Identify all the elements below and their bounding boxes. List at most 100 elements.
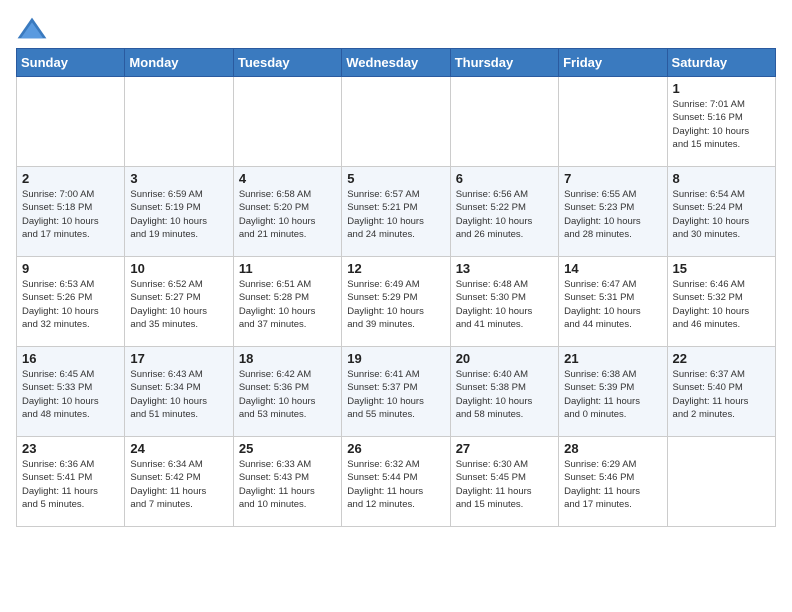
page-header: [16, 16, 776, 40]
day-info: Sunrise: 6:40 AM Sunset: 5:38 PM Dayligh…: [456, 368, 553, 421]
day-cell: 24 Sunrise: 6:34 AM Sunset: 5:42 PM Dayli…: [125, 437, 233, 527]
day-number: 14: [564, 261, 661, 276]
day-cell: 27 Sunrise: 6:30 AM Sunset: 5:45 PM Dayli…: [450, 437, 558, 527]
day-info: Sunrise: 6:53 AM Sunset: 5:26 PM Dayligh…: [22, 278, 119, 331]
day-cell: [342, 77, 450, 167]
day-info: Sunrise: 6:45 AM Sunset: 5:33 PM Dayligh…: [22, 368, 119, 421]
day-cell: 12Sunrise: 6:49 AM Sunset: 5:29 PM Dayli…: [342, 257, 450, 347]
day-info: Sunrise: 6:42 AM Sunset: 5:36 PM Dayligh…: [239, 368, 336, 421]
day-cell: [667, 437, 775, 527]
day-cell: 15 Sunrise: 6:46 AM Sunset: 5:32 PM Dayli…: [667, 257, 775, 347]
day-number: 26: [347, 441, 444, 456]
day-number: 15: [673, 261, 770, 276]
day-number: 11: [239, 261, 336, 276]
day-info: Sunrise: 6:30 AM Sunset: 5:45 PM Dayligh…: [456, 458, 553, 511]
day-header-monday: Monday: [125, 49, 233, 77]
logo-icon: [16, 16, 48, 40]
day-cell: 16 Sunrise: 6:45 AM Sunset: 5:33 PM Dayli…: [17, 347, 125, 437]
day-info: Sunrise: 6:49 AM Sunset: 5:29 PM Dayligh…: [347, 278, 444, 331]
logo: [16, 16, 52, 40]
day-cell: [125, 77, 233, 167]
day-info: Sunrise: 6:54 AM Sunset: 5:24 PM Dayligh…: [673, 188, 770, 241]
day-number: 17: [130, 351, 227, 366]
day-cell: 25 Sunrise: 6:33 AM Sunset: 5:43 PM Dayli…: [233, 437, 341, 527]
day-header-thursday: Thursday: [450, 49, 558, 77]
day-cell: 6 Sunrise: 6:56 AM Sunset: 5:22 PM Daylig…: [450, 167, 558, 257]
day-number: 22: [673, 351, 770, 366]
day-cell: 20 Sunrise: 6:40 AM Sunset: 5:38 PM Dayli…: [450, 347, 558, 437]
day-header-saturday: Saturday: [667, 49, 775, 77]
day-info: Sunrise: 6:56 AM Sunset: 5:22 PM Dayligh…: [456, 188, 553, 241]
week-row-1: 1 Sunrise: 7:01 AM Sunset: 5:16 PM Daylig…: [17, 77, 776, 167]
day-number: 21: [564, 351, 661, 366]
day-cell: 21Sunrise: 6:38 AM Sunset: 5:39 PM Dayli…: [559, 347, 667, 437]
day-number: 16: [22, 351, 119, 366]
day-cell: 13Sunrise: 6:48 AM Sunset: 5:30 PM Dayli…: [450, 257, 558, 347]
day-info: Sunrise: 6:58 AM Sunset: 5:20 PM Dayligh…: [239, 188, 336, 241]
day-header-tuesday: Tuesday: [233, 49, 341, 77]
day-info: Sunrise: 6:55 AM Sunset: 5:23 PM Dayligh…: [564, 188, 661, 241]
day-info: Sunrise: 6:33 AM Sunset: 5:43 PM Dayligh…: [239, 458, 336, 511]
day-cell: 19 Sunrise: 6:41 AM Sunset: 5:37 PM Dayli…: [342, 347, 450, 437]
day-info: Sunrise: 6:36 AM Sunset: 5:41 PM Dayligh…: [22, 458, 119, 511]
day-cell: 28Sunrise: 6:29 AM Sunset: 5:46 PM Dayli…: [559, 437, 667, 527]
day-cell: 2 Sunrise: 7:00 AM Sunset: 5:18 PM Daylig…: [17, 167, 125, 257]
day-number: 28: [564, 441, 661, 456]
day-cell: 17 Sunrise: 6:43 AM Sunset: 5:34 PM Dayli…: [125, 347, 233, 437]
day-cell: [559, 77, 667, 167]
week-row-4: 16 Sunrise: 6:45 AM Sunset: 5:33 PM Dayli…: [17, 347, 776, 437]
day-cell: 3Sunrise: 6:59 AM Sunset: 5:19 PM Daylig…: [125, 167, 233, 257]
day-number: 7: [564, 171, 661, 186]
day-number: 8: [673, 171, 770, 186]
day-info: Sunrise: 6:48 AM Sunset: 5:30 PM Dayligh…: [456, 278, 553, 331]
day-number: 20: [456, 351, 553, 366]
day-cell: [450, 77, 558, 167]
day-cell: 11 Sunrise: 6:51 AM Sunset: 5:28 PM Dayli…: [233, 257, 341, 347]
day-header-wednesday: Wednesday: [342, 49, 450, 77]
week-row-3: 9 Sunrise: 6:53 AM Sunset: 5:26 PM Daylig…: [17, 257, 776, 347]
day-number: 1: [673, 81, 770, 96]
day-cell: 1 Sunrise: 7:01 AM Sunset: 5:16 PM Daylig…: [667, 77, 775, 167]
day-number: 24: [130, 441, 227, 456]
days-header-row: SundayMondayTuesdayWednesdayThursdayFrid…: [17, 49, 776, 77]
day-cell: 23 Sunrise: 6:36 AM Sunset: 5:41 PM Dayli…: [17, 437, 125, 527]
day-number: 4: [239, 171, 336, 186]
day-info: Sunrise: 6:41 AM Sunset: 5:37 PM Dayligh…: [347, 368, 444, 421]
day-info: Sunrise: 6:51 AM Sunset: 5:28 PM Dayligh…: [239, 278, 336, 331]
day-info: Sunrise: 6:46 AM Sunset: 5:32 PM Dayligh…: [673, 278, 770, 331]
day-cell: 10 Sunrise: 6:52 AM Sunset: 5:27 PM Dayli…: [125, 257, 233, 347]
day-info: Sunrise: 6:59 AM Sunset: 5:19 PM Dayligh…: [130, 188, 227, 241]
calendar-table: SundayMondayTuesdayWednesdayThursdayFrid…: [16, 48, 776, 527]
day-number: 19: [347, 351, 444, 366]
day-header-sunday: Sunday: [17, 49, 125, 77]
day-number: 23: [22, 441, 119, 456]
day-cell: [233, 77, 341, 167]
week-row-2: 2 Sunrise: 7:00 AM Sunset: 5:18 PM Daylig…: [17, 167, 776, 257]
day-cell: 26 Sunrise: 6:32 AM Sunset: 5:44 PM Dayli…: [342, 437, 450, 527]
day-cell: [17, 77, 125, 167]
day-info: Sunrise: 6:52 AM Sunset: 5:27 PM Dayligh…: [130, 278, 227, 331]
day-info: Sunrise: 6:47 AM Sunset: 5:31 PM Dayligh…: [564, 278, 661, 331]
day-cell: 22 Sunrise: 6:37 AM Sunset: 5:40 PM Dayli…: [667, 347, 775, 437]
day-cell: 7 Sunrise: 6:55 AM Sunset: 5:23 PM Daylig…: [559, 167, 667, 257]
day-info: Sunrise: 6:37 AM Sunset: 5:40 PM Dayligh…: [673, 368, 770, 421]
day-cell: 18 Sunrise: 6:42 AM Sunset: 5:36 PM Dayli…: [233, 347, 341, 437]
day-number: 2: [22, 171, 119, 186]
day-number: 18: [239, 351, 336, 366]
day-info: Sunrise: 7:01 AM Sunset: 5:16 PM Dayligh…: [673, 98, 770, 151]
day-number: 10: [130, 261, 227, 276]
day-number: 9: [22, 261, 119, 276]
day-number: 25: [239, 441, 336, 456]
day-info: Sunrise: 6:43 AM Sunset: 5:34 PM Dayligh…: [130, 368, 227, 421]
day-number: 6: [456, 171, 553, 186]
day-info: Sunrise: 6:34 AM Sunset: 5:42 PM Dayligh…: [130, 458, 227, 511]
day-cell: 14 Sunrise: 6:47 AM Sunset: 5:31 PM Dayli…: [559, 257, 667, 347]
day-cell: 8 Sunrise: 6:54 AM Sunset: 5:24 PM Daylig…: [667, 167, 775, 257]
day-info: Sunrise: 7:00 AM Sunset: 5:18 PM Dayligh…: [22, 188, 119, 241]
day-header-friday: Friday: [559, 49, 667, 77]
week-row-5: 23 Sunrise: 6:36 AM Sunset: 5:41 PM Dayli…: [17, 437, 776, 527]
day-number: 5: [347, 171, 444, 186]
day-info: Sunrise: 6:32 AM Sunset: 5:44 PM Dayligh…: [347, 458, 444, 511]
day-number: 27: [456, 441, 553, 456]
day-cell: 9 Sunrise: 6:53 AM Sunset: 5:26 PM Daylig…: [17, 257, 125, 347]
